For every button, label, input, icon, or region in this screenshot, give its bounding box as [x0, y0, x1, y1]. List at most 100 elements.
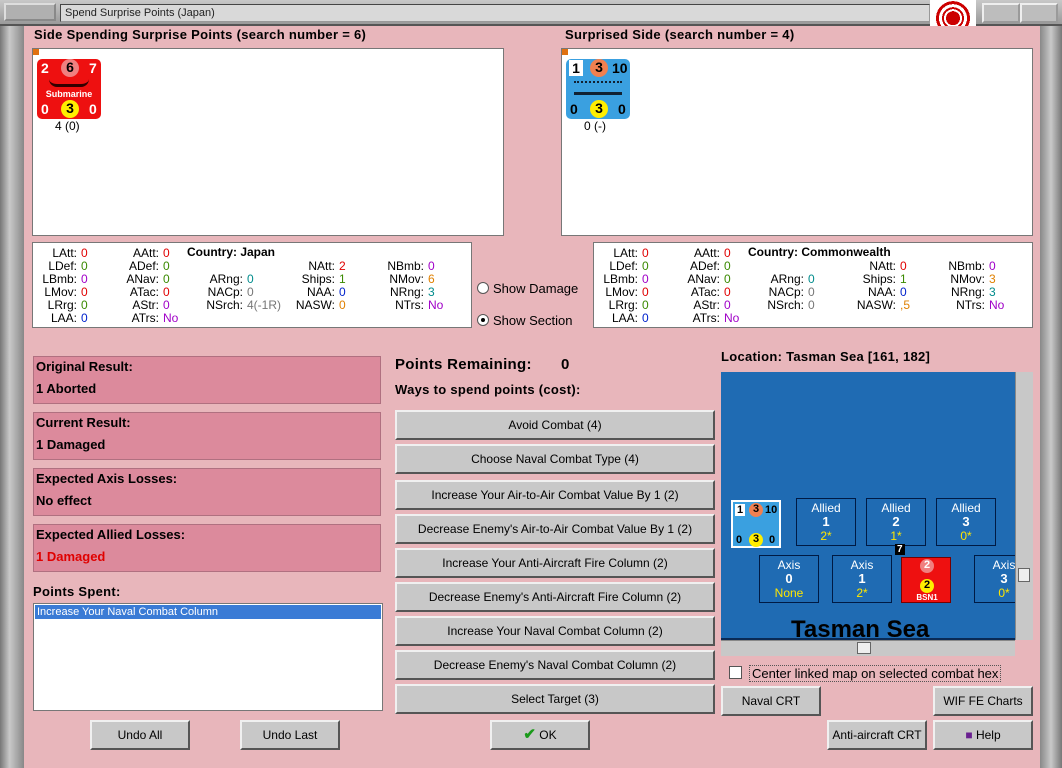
selection-marker-icon — [562, 49, 568, 55]
anti-aircraft-crt-button[interactable]: Anti-aircraft CRT — [827, 720, 927, 750]
selection-marker-icon — [33, 49, 39, 55]
allied-box-val: 1* — [890, 529, 902, 543]
axis-section-box[interactable]: Axis 1 2* — [832, 555, 892, 603]
counter-top-mid: 6 — [61, 59, 79, 77]
cw-stat-value: 0 — [989, 259, 996, 273]
cw-stat-label: ATac: — [690, 285, 720, 299]
allied-box-label: Allied — [881, 501, 911, 515]
axis-section-box[interactable]: Axis 0 None — [759, 555, 819, 603]
counter-top-mid: 3 — [590, 59, 608, 77]
allied-section-box[interactable]: Allied 1 2* — [796, 498, 856, 546]
result-value: No effect — [36, 493, 92, 508]
counter-bottom-right: 0 — [618, 101, 626, 117]
axis-box-num: 3 — [1000, 571, 1008, 586]
spend-option-button[interactable]: Decrease Enemy's Air-to-Air Combat Value… — [395, 514, 715, 544]
map-jp-sub-counter[interactable]: 7 2 2 BSN1 — [895, 544, 951, 603]
wif-fe-charts-button[interactable]: WIF FE Charts — [933, 686, 1033, 716]
cw-stat-label: NBmb: — [948, 259, 985, 273]
cw-stat-value: ,5 — [900, 298, 911, 312]
counter-bottom-left: 0 — [570, 101, 578, 117]
japan-stat-value: 0 — [81, 298, 88, 312]
spend-option-button[interactable]: Decrease Enemy's Naval Combat Column (2) — [395, 650, 715, 680]
results-panel: Original Result: 1 Aborted Current Result:… — [33, 356, 383, 576]
map-horizontal-scrollbar[interactable] — [721, 640, 1015, 656]
cw-stat-value: 0 — [642, 311, 649, 325]
counter-unit-name: Submarine — [45, 89, 93, 99]
cw-stat-value: 0 — [724, 246, 731, 260]
counter-top-left: 1 — [569, 60, 583, 76]
japan-stat-label: NBmb: — [387, 259, 424, 273]
close-button[interactable] — [1020, 3, 1058, 23]
japan-stat-label: NASW: — [295, 298, 335, 312]
help-book-icon: ■ — [965, 728, 973, 742]
cw-stat-label: ANav: — [687, 272, 720, 286]
center-map-checkbox-box[interactable] — [729, 666, 742, 679]
show-damage-label: Show Damage — [493, 281, 579, 296]
axis-section-box[interactable]: Axis 3 0* — [974, 555, 1015, 603]
map-vscroll-thumb[interactable] — [1018, 568, 1030, 582]
japan-stat-label: LBmb: — [42, 272, 77, 286]
points-remaining-value: 0 — [561, 356, 570, 373]
japan-stat-value: 0 — [428, 259, 435, 273]
japan-stat-value: 0 — [81, 246, 88, 260]
map-hscroll-thumb[interactable] — [857, 642, 871, 654]
undo-all-button[interactable]: Undo All — [90, 720, 190, 750]
ok-button[interactable]: ✔ OK — [490, 720, 590, 750]
show-damage-radio-circle[interactable] — [477, 282, 489, 294]
spend-option-button[interactable]: Select Target (3) — [395, 684, 715, 714]
japan-country-label: Country: Japan — [187, 245, 276, 259]
undo-last-button[interactable]: Undo Last — [240, 720, 340, 750]
japan-stat-label: NMov: — [389, 272, 424, 286]
cw-stat-label: NAtt: — [869, 259, 896, 273]
map-cw-bottom-right: 0 — [769, 534, 776, 546]
axis-box-label: Axis — [850, 558, 874, 572]
map-cw-bottom-mid: 3 — [749, 533, 763, 547]
allied-box-num: 2 — [892, 514, 900, 529]
axis-box-label: Axis — [992, 558, 1015, 572]
spend-option-button[interactable]: Increase Your Anti-Aircraft Fire Column … — [395, 548, 715, 578]
japan-flag-icon — [930, 0, 976, 26]
japan-stat-label: ATac: — [129, 285, 159, 299]
spend-option-button[interactable]: Choose Naval Combat Type (4) — [395, 444, 715, 474]
points-spent-item[interactable]: Increase Your Naval Combat Column — [35, 605, 381, 619]
cw-stat-value: 0 — [642, 246, 649, 260]
japan-stat-label: Ships: — [301, 272, 335, 286]
spend-option-button[interactable]: Increase Your Air-to-Air Combat Value By… — [395, 480, 715, 510]
japan-stat-label: LDef: — [48, 259, 77, 273]
spend-option-button[interactable]: Decrease Enemy's Anti-Aircraft Fire Colu… — [395, 582, 715, 612]
system-menu-button[interactable] — [4, 3, 56, 21]
naval-crt-button[interactable]: Naval CRT — [721, 686, 821, 716]
points-spent-list[interactable]: Increase Your Naval Combat Column — [33, 603, 383, 711]
map-jp-bottom: 2 — [920, 579, 934, 593]
allied-section-box[interactable]: Allied 3 0* — [936, 498, 996, 546]
spend-option-button[interactable]: Increase Your Naval Combat Column (2) — [395, 616, 715, 646]
help-button[interactable]: ■ Help — [933, 720, 1033, 750]
commonwealth-ship-counter[interactable]: 1 3 10 0 3 0 — [566, 59, 630, 119]
show-damage-radio[interactable]: Show Damage — [477, 278, 587, 298]
japanese-submarine-counter[interactable]: 2 6 7 Submarine 0 3 0 — [37, 59, 101, 119]
minimize-button[interactable] — [982, 3, 1020, 23]
cw-stat-value: 0 — [808, 298, 815, 312]
combat-map[interactable]: Allied 1 2* Allied 2 1* Allied 3 0* Axis 0 None Axi… — [721, 372, 1015, 640]
counter-top-right: 10 — [612, 60, 628, 76]
axis-box-label: Axis — [777, 558, 801, 572]
cw-stat-value: 0 — [724, 272, 731, 286]
spend-option-button[interactable]: Avoid Combat (4) — [395, 410, 715, 440]
cw-stat-value: 3 — [989, 285, 996, 299]
counter-top-left: 2 — [41, 60, 49, 76]
axis-box-num: 0 — [785, 571, 793, 586]
allied-box-val: 2* — [820, 529, 832, 543]
map-vertical-scrollbar[interactable] — [1015, 372, 1033, 640]
map-cw-ship-counter[interactable]: 1 3 10 0 3 0 — [731, 500, 781, 548]
left-unit-area: 2 6 7 Submarine 0 3 0 4 (0) — [32, 48, 504, 236]
allied-section-box[interactable]: Allied 2 1* — [866, 498, 926, 546]
right-counter-caption: 0 (-) — [584, 119, 606, 133]
show-section-radio[interactable]: Show Section — [477, 310, 587, 330]
counter-top-right: 7 — [89, 60, 97, 76]
center-map-checkbox[interactable]: Center linked map on selected combat hex — [729, 664, 1033, 684]
japan-stat-value: 0 — [163, 272, 170, 286]
show-section-radio-circle[interactable] — [477, 314, 489, 326]
result-value: 1 Damaged — [36, 437, 106, 452]
commonwealth-stats-box: LAtt: 0 LDef: 0 LBmb: 0 LMov: 0 LRrg: 0 LAA: 0 AAtt:… — [593, 242, 1033, 328]
japan-stat-value: 6 — [428, 272, 435, 286]
